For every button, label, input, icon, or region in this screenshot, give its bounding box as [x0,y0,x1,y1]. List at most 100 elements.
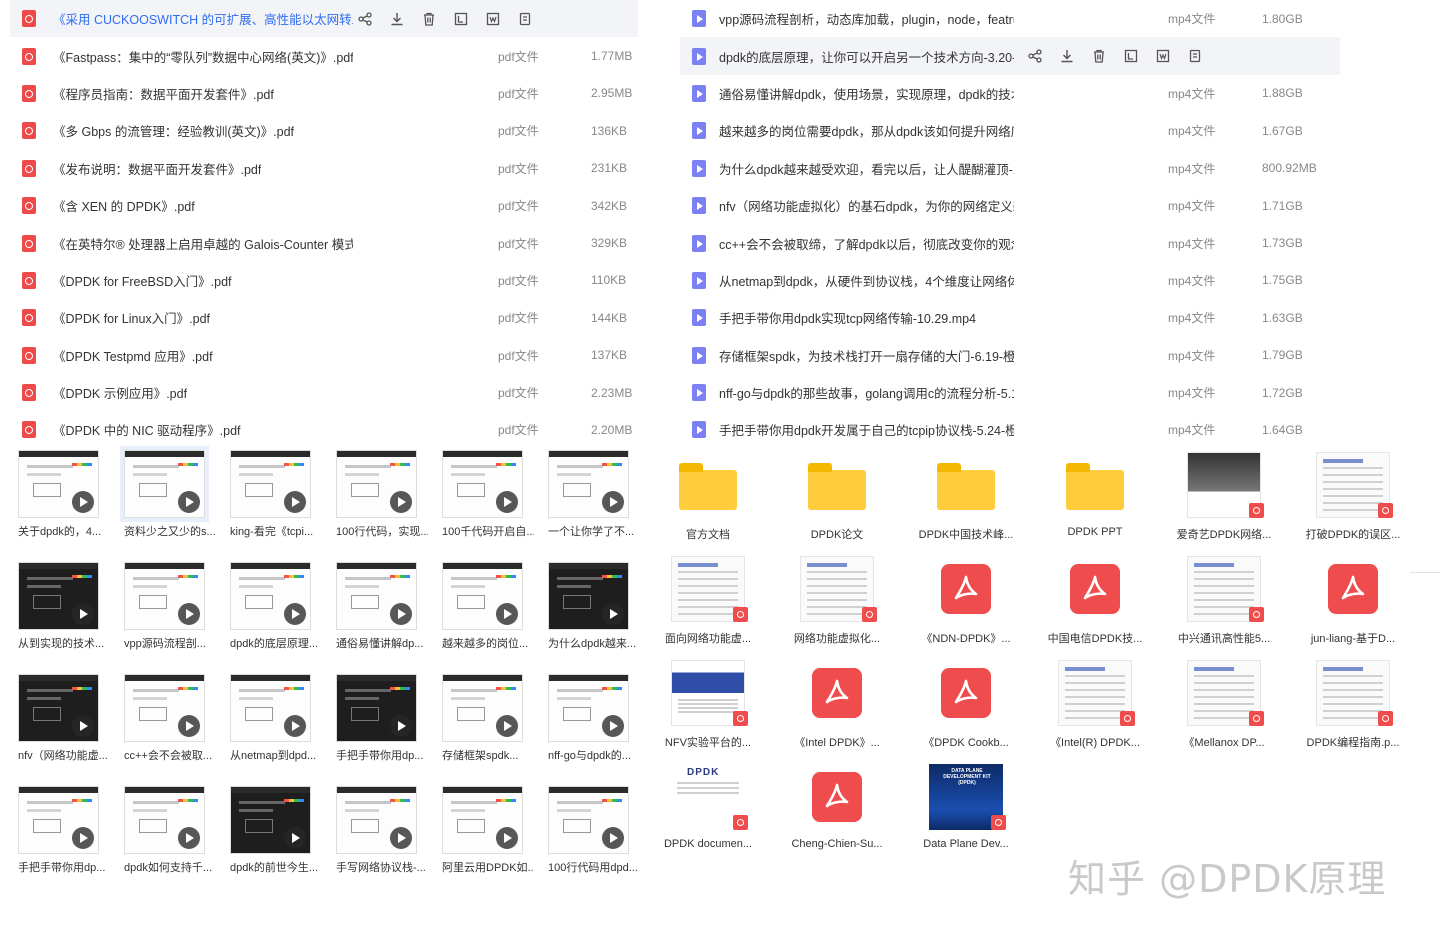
video-thumbnail[interactable] [230,450,311,518]
video-thumbnail[interactable] [230,786,311,854]
play-icon[interactable] [178,491,200,513]
file-name[interactable]: 《含 XEN 的 DPDK》.pdf [53,196,195,215]
file-row[interactable]: 从netmap到dpdk，从硬件到协议栈，4个维度让网络体... mp4文件 1.7… [680,262,1340,299]
video-item[interactable]: king-看完《tcpi... [230,450,320,539]
file-name[interactable]: 手把手带你用dpdk实现tcp网络传输-10.29.mp4 [719,308,976,327]
rename-icon[interactable] [1121,48,1141,64]
video-item[interactable]: cc++会不会被取... [124,674,214,763]
document-item[interactable]: 《Intel(R) DPDK... [1035,658,1155,750]
file-name[interactable]: 《在英特尔® 处理器上启用卓越的 Galois-Counter 模式... [53,234,353,253]
play-icon[interactable] [602,491,624,513]
file-row[interactable]: 《发布说明：数据平面开发套件》.pdf pdf文件 231KB [10,150,638,187]
document-thumbnail[interactable] [1035,554,1155,624]
more-icon[interactable] [515,11,535,27]
file-row[interactable]: 存储框架spdk，为技术栈打开一扇存储的大门-6.19-橙子... mp4文件 1.… [680,337,1340,374]
document-item[interactable]: 《Mellanox DP... [1164,658,1284,750]
play-icon[interactable] [602,715,624,737]
file-row[interactable]: 《Fastpass：集中的“零队列”数据中心网络(英文)》.pdf pdf文件 1.… [10,37,638,74]
video-item[interactable]: 关于dpdk的，4... [18,450,108,539]
file-row[interactable]: 《DPDK 示例应用》.pdf pdf文件 2.23MB [10,374,638,411]
folder-item[interactable]: 官方文档 [648,450,768,542]
document-item[interactable]: DATA PLANE DEVELOPMENT KIT (DPDK) Data Pl… [906,762,1026,850]
document-thumbnail[interactable]: DPDK [648,762,768,832]
file-row[interactable]: 《DPDK Testpmd 应用》.pdf pdf文件 137KB [10,337,638,374]
document-item[interactable]: jun-liang-基于D... [1293,554,1413,646]
file-name[interactable]: nff-go与dpdk的那些故事，golang调用c的流程分析-5.1... [719,383,1014,402]
video-item[interactable]: nff-go与dpdk的... [548,674,638,763]
document-thumbnail[interactable] [906,554,1026,624]
file-row[interactable]: 为什么dpdk越来越受欢迎，看完以后，让人醍醐灌顶-1.... mp4文件 800.… [680,150,1340,187]
document-item[interactable]: 《Intel DPDK》... [777,658,897,750]
file-row[interactable]: 手把手带你用dpdk实现tcp网络传输-10.29.mp4 mp4文件 1.63GB [680,299,1340,336]
video-thumbnail[interactable] [548,562,629,630]
file-row[interactable]: 手把手带你用dpdk开发属于自己的tcpip协议栈-5.24-橙... mp4文件… [680,411,1340,448]
file-row[interactable]: 通俗易懂讲解dpdk，使用场景，实现原理，dpdk的技术... mp4文件 1.88… [680,75,1340,112]
move-icon[interactable] [483,11,503,27]
play-icon[interactable] [178,715,200,737]
file-name[interactable]: 《DPDK 示例应用》.pdf [53,383,187,402]
file-name[interactable]: 存储框架spdk，为技术栈打开一扇存储的大门-6.19-橙子... [719,346,1014,365]
file-row[interactable]: 《在英特尔® 处理器上启用卓越的 Galois-Counter 模式... pdf… [10,224,638,261]
document-thumbnail[interactable] [777,762,897,832]
share-icon[interactable] [355,11,375,27]
document-thumbnail[interactable] [777,658,897,728]
document-item[interactable]: NFV实验平台的... [648,658,768,750]
file-name[interactable]: cc++会不会被取缔，了解dpdk以后，彻底改变你的观念... [719,234,1014,253]
video-thumbnail[interactable] [18,674,99,742]
document-thumbnail[interactable] [648,450,768,520]
document-item[interactable]: 打破DPDK的误区... [1293,450,1413,542]
file-row[interactable]: 《含 XEN 的 DPDK》.pdf pdf文件 342KB [10,187,638,224]
video-thumbnail[interactable] [442,786,523,854]
video-thumbnail[interactable] [548,786,629,854]
document-thumbnail[interactable] [1164,658,1284,728]
file-name[interactable]: 《DPDK Testpmd 应用》.pdf [53,346,213,365]
video-thumbnail[interactable] [18,450,99,518]
file-row[interactable]: 越来越多的岗位需要dpdk，那从dpdk该如何提升网络底... mp4文件 1.67… [680,112,1340,149]
video-thumbnail[interactable] [18,786,99,854]
document-thumbnail[interactable] [777,554,897,624]
document-thumbnail[interactable] [648,554,768,624]
file-name[interactable]: 越来越多的岗位需要dpdk，那从dpdk该如何提升网络底... [719,121,1014,140]
video-item[interactable]: 为什么dpdk越来... [548,562,638,651]
document-item[interactable]: 面向网络功能虚... [648,554,768,646]
move-icon[interactable] [1153,48,1173,64]
file-row[interactable]: 《程序员指南：数据平面开发套件》.pdf pdf文件 2.95MB [10,75,638,112]
document-item[interactable]: 爱奇艺DPDK网络... [1164,450,1284,542]
file-row[interactable]: vpp源码流程剖析，动态库加载，plugin，node，featru... mp4… [680,0,1340,37]
file-name[interactable]: 通俗易懂讲解dpdk，使用场景，实现原理，dpdk的技术... [719,84,1014,103]
video-item[interactable]: 通俗易懂讲解dp... [336,562,426,651]
video-thumbnail[interactable] [336,786,417,854]
file-name[interactable]: vpp源码流程剖析，动态库加载，plugin，node，featru... [719,9,1014,28]
video-item[interactable]: dpdk的前世今生... [230,786,320,875]
video-thumbnail[interactable] [548,674,629,742]
file-name[interactable]: 《DPDK for Linux入门》.pdf [53,308,210,327]
video-thumbnail[interactable] [442,674,523,742]
file-row[interactable]: cc++会不会被取缔，了解dpdk以后，彻底改变你的观念... mp4文件 1.73… [680,224,1340,261]
file-name[interactable]: 《多 Gbps 的流管理：经验教训(英文)》.pdf [53,121,294,140]
document-item[interactable]: 《DPDK Cookb... [906,658,1026,750]
document-item[interactable]: DPDK编程指南.p... [1293,658,1413,750]
play-icon[interactable] [72,715,94,737]
video-item[interactable]: nfv（网络功能虚... [18,674,108,763]
play-icon[interactable] [390,603,412,625]
download-icon[interactable] [1057,48,1077,64]
video-item[interactable]: 100千代码开启自... [442,450,534,539]
video-item[interactable]: vpp源码流程剖... [124,562,214,651]
file-name[interactable]: 《DPDK for FreeBSD入门》.pdf [53,271,232,290]
play-icon[interactable] [178,827,200,849]
video-item[interactable]: 资料少之又少的s... [124,450,216,539]
play-icon[interactable] [284,491,306,513]
video-thumbnail[interactable] [336,674,417,742]
video-item[interactable]: 一个让你学了不... [548,450,638,539]
file-name[interactable]: 《采用 CUCKOOSWITCH 的可扩展、高性能以太网转发(... [53,9,353,28]
document-thumbnail[interactable] [777,450,897,520]
video-item[interactable]: 越来越多的岗位... [442,562,532,651]
video-thumbnail[interactable] [336,562,417,630]
document-item[interactable]: DPDK DPDK documen... [648,762,768,850]
folder-item[interactable]: DPDK论文 [777,450,897,542]
video-thumbnail[interactable] [230,674,311,742]
file-name[interactable]: dpdk的底层原理，让你可以开启另一个技术方向-3.20-... [719,47,1014,66]
download-icon[interactable] [387,11,407,27]
file-row[interactable]: 《DPDK for Linux入门》.pdf pdf文件 144KB [10,299,638,336]
file-name[interactable]: 从netmap到dpdk，从硬件到协议栈，4个维度让网络体... [719,271,1014,290]
